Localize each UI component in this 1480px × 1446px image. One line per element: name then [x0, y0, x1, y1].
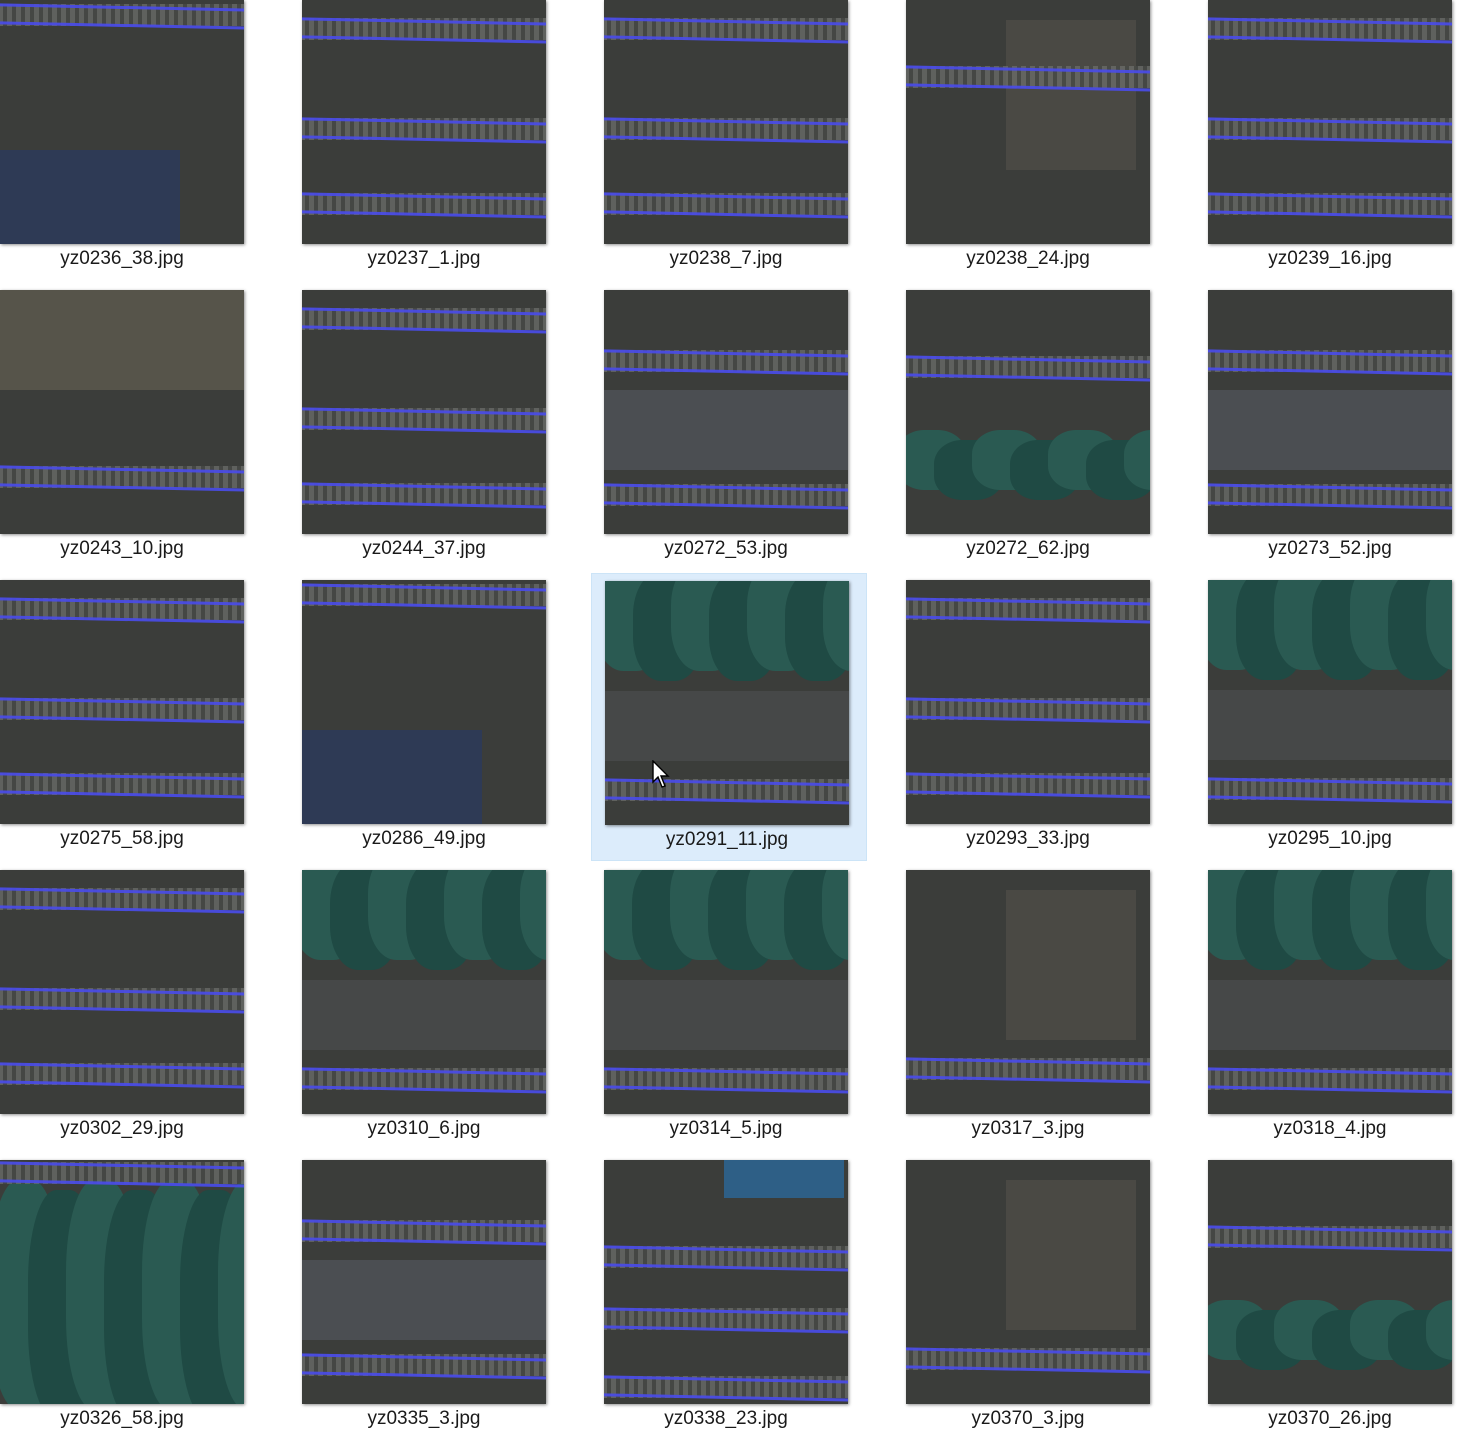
file-name-label: yz0291_11.jpg: [665, 829, 789, 850]
image-thumbnail[interactable]: [0, 870, 244, 1114]
roof-area: [302, 730, 482, 824]
image-thumbnail[interactable]: [302, 0, 546, 244]
file-name-label: yz0275_58.jpg: [60, 828, 184, 849]
image-thumbnail[interactable]: [0, 0, 244, 244]
roof-area: [0, 150, 180, 244]
file-name-label: yz0326_58.jpg: [60, 1408, 184, 1429]
file-item[interactable]: yz0272_53.jpg: [596, 286, 872, 574]
file-item[interactable]: yz0370_3.jpg: [898, 1156, 1174, 1444]
image-thumbnail[interactable]: [0, 580, 244, 824]
file-item[interactable]: yz0291_11.jpg: [591, 573, 867, 861]
file-name-label: yz0293_33.jpg: [966, 828, 1090, 849]
platform-area: [605, 691, 849, 761]
file-item[interactable]: yz0273_52.jpg: [1200, 286, 1476, 574]
image-thumbnail[interactable]: [906, 290, 1150, 534]
image-thumbnail[interactable]: [906, 0, 1150, 244]
file-item[interactable]: yz0326_58.jpg: [0, 1156, 268, 1444]
structure-area: [1006, 20, 1136, 170]
image-thumbnail[interactable]: [1208, 1160, 1452, 1404]
image-thumbnail[interactable]: [604, 870, 848, 1114]
file-item[interactable]: yz0236_38.jpg: [0, 0, 268, 284]
platform-area: [1208, 390, 1452, 470]
file-item[interactable]: yz0293_33.jpg: [898, 576, 1174, 864]
file-item[interactable]: yz0310_6.jpg: [294, 866, 570, 1154]
file-name-label: yz0286_49.jpg: [362, 828, 486, 849]
structure-area: [1006, 1180, 1136, 1330]
file-item[interactable]: yz0318_4.jpg: [1200, 866, 1476, 1154]
platform-area: [604, 980, 848, 1050]
image-thumbnail[interactable]: [0, 1160, 244, 1404]
platform-area: [604, 390, 848, 470]
image-thumbnail[interactable]: [1208, 290, 1452, 534]
file-name-label: yz0236_38.jpg: [60, 248, 184, 269]
file-name-label: yz0370_26.jpg: [1268, 1408, 1392, 1429]
container-area: [724, 1160, 844, 1198]
file-name-label: yz0244_37.jpg: [362, 538, 486, 559]
file-name-label: yz0238_7.jpg: [669, 248, 783, 269]
image-thumbnail[interactable]: [302, 870, 546, 1114]
file-item[interactable]: yz0238_7.jpg: [596, 0, 872, 284]
file-name-label: yz0238_24.jpg: [966, 248, 1090, 269]
file-item[interactable]: yz0370_26.jpg: [1200, 1156, 1476, 1444]
image-thumbnail[interactable]: [302, 580, 546, 824]
file-name-label: yz0302_29.jpg: [60, 1118, 184, 1139]
image-thumbnail[interactable]: [302, 1160, 546, 1404]
image-thumbnail[interactable]: [906, 870, 1150, 1114]
file-item[interactable]: yz0302_29.jpg: [0, 866, 268, 1154]
structure-area: [1006, 890, 1136, 1040]
file-name-label: yz0314_5.jpg: [669, 1118, 783, 1139]
image-thumbnail[interactable]: [1208, 0, 1452, 244]
file-item[interactable]: yz0286_49.jpg: [294, 576, 570, 864]
file-item[interactable]: yz0295_10.jpg: [1200, 576, 1476, 864]
platform-area: [302, 1260, 546, 1340]
file-item[interactable]: yz0335_3.jpg: [294, 1156, 570, 1444]
image-thumbnail[interactable]: [1208, 870, 1452, 1114]
file-name-label: yz0370_3.jpg: [971, 1408, 1085, 1429]
image-thumbnail[interactable]: [604, 290, 848, 534]
file-name-label: yz0272_62.jpg: [966, 538, 1090, 559]
file-item[interactable]: yz0244_37.jpg: [294, 286, 570, 574]
file-name-label: yz0317_3.jpg: [971, 1118, 1085, 1139]
file-item[interactable]: yz0239_16.jpg: [1200, 0, 1476, 284]
image-thumbnail[interactable]: [906, 580, 1150, 824]
file-name-label: yz0295_10.jpg: [1268, 828, 1392, 849]
file-name-label: yz0335_3.jpg: [367, 1408, 481, 1429]
file-item[interactable]: yz0338_23.jpg: [596, 1156, 872, 1444]
file-name-label: yz0239_16.jpg: [1268, 248, 1392, 269]
platform-area: [302, 980, 546, 1050]
platform-area: [1208, 690, 1452, 760]
image-thumbnail[interactable]: [302, 290, 546, 534]
image-thumbnail[interactable]: [605, 581, 849, 825]
file-name-label: yz0273_52.jpg: [1268, 538, 1392, 559]
file-item[interactable]: yz0314_5.jpg: [596, 866, 872, 1154]
file-item[interactable]: yz0272_62.jpg: [898, 286, 1174, 574]
platform-area: [1208, 980, 1452, 1050]
image-thumbnail[interactable]: [604, 0, 848, 244]
file-item[interactable]: yz0237_1.jpg: [294, 0, 570, 284]
file-name-label: yz0310_6.jpg: [367, 1118, 481, 1139]
image-thumbnail[interactable]: [604, 1160, 848, 1404]
file-name-label: yz0338_23.jpg: [664, 1408, 788, 1429]
file-name-label: yz0318_4.jpg: [1273, 1118, 1387, 1139]
building-area: [0, 290, 244, 390]
file-item[interactable]: yz0275_58.jpg: [0, 576, 268, 864]
image-thumbnail[interactable]: [906, 1160, 1150, 1404]
file-item[interactable]: yz0243_10.jpg: [0, 286, 268, 574]
file-grid: yz0236_38.jpg yz0237_1.jpg yz0238_7.jpg yz0…: [0, 0, 1480, 1446]
file-name-label: yz0243_10.jpg: [60, 538, 184, 559]
image-thumbnail[interactable]: [0, 290, 244, 534]
file-item[interactable]: yz0317_3.jpg: [898, 866, 1174, 1154]
file-name-label: yz0272_53.jpg: [664, 538, 788, 559]
file-item[interactable]: yz0238_24.jpg: [898, 0, 1174, 284]
file-name-label: yz0237_1.jpg: [367, 248, 481, 269]
image-thumbnail[interactable]: [1208, 580, 1452, 824]
